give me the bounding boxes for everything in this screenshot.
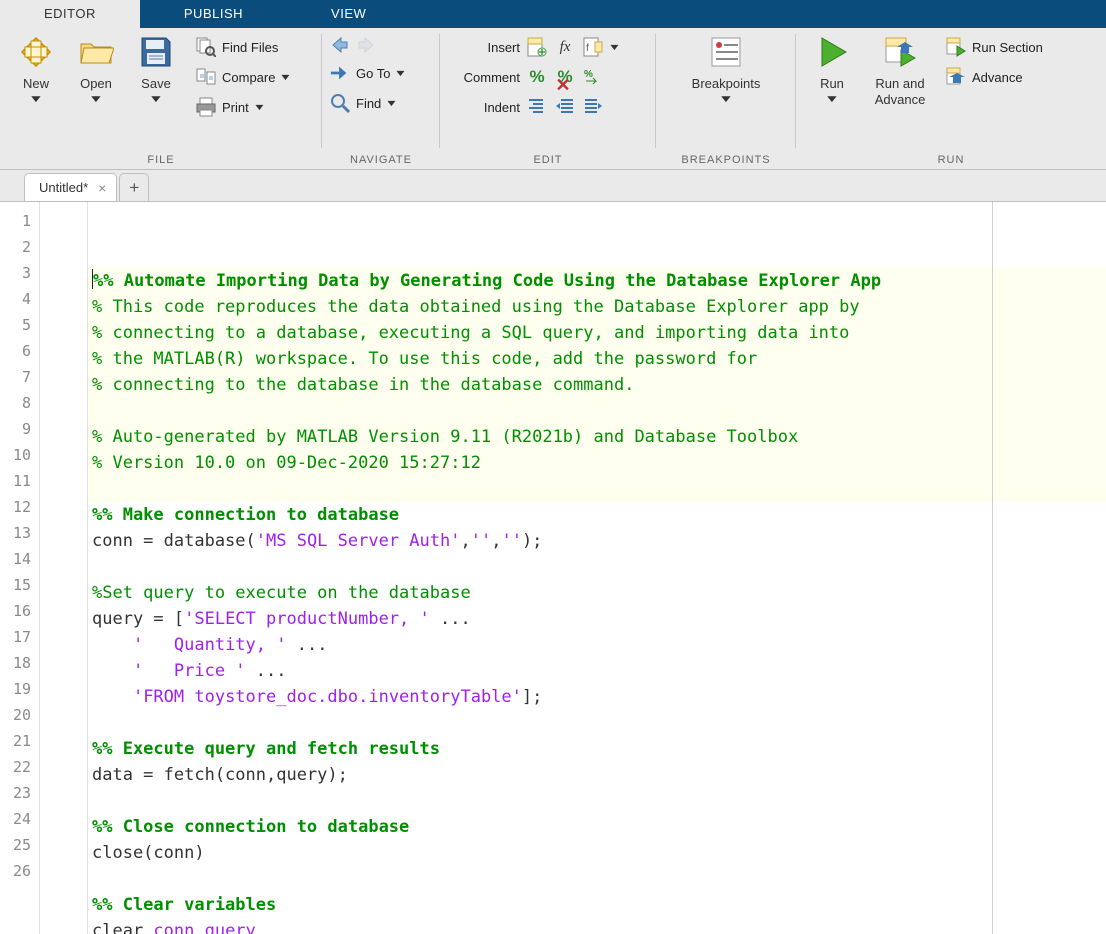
code-line[interactable]: ' Quantity, ' ... (88, 632, 1106, 658)
folder-open-icon (78, 34, 114, 70)
code-line[interactable]: %% Make connection to database (88, 502, 1106, 528)
comment-wrap-button[interactable]: % (582, 66, 604, 88)
code-line[interactable]: %% Close connection to database (88, 814, 1106, 840)
code-line[interactable]: % This code reproduces the data obtained… (88, 294, 1106, 320)
code-line[interactable]: clear conn query (88, 918, 1106, 934)
goto-button[interactable]: Go To ▼ (328, 60, 434, 86)
nav-fwd-button[interactable] (356, 34, 378, 56)
breakpoints-button[interactable]: Breakpoints ▼ (676, 32, 776, 105)
code-line[interactable] (88, 788, 1106, 814)
ribbon-group-breakpoints: Breakpoints ▼ BREAKPOINTS (656, 28, 796, 170)
save-button[interactable]: Save ▼ (126, 32, 186, 105)
dropdown-icon: ▼ (88, 94, 104, 105)
dropdown-icon: ▼ (385, 98, 398, 108)
tabstrip-spacer (410, 0, 1106, 28)
svg-text:%: % (584, 69, 593, 80)
insert-fx-button[interactable]: fx (554, 36, 576, 58)
dropdown-icon: ▼ (718, 94, 734, 105)
code-line[interactable]: conn = database('MS SQL Server Auth','',… (88, 528, 1106, 554)
code-line[interactable] (88, 710, 1106, 736)
main-tabstrip: EDITOR PUBLISH VIEW (0, 0, 1106, 28)
insert-sectionbreak-button[interactable]: f (582, 36, 604, 58)
insert-section-button[interactable] (526, 36, 548, 58)
code-line[interactable]: 'FROM toystore_doc.dbo.inventoryTable']; (88, 684, 1106, 710)
run-icon (814, 34, 850, 70)
breakpoint-margin[interactable] (40, 202, 88, 934)
new-icon (18, 34, 54, 70)
code-line[interactable] (88, 398, 1106, 424)
advance-icon (946, 67, 966, 87)
run-section-icon (946, 37, 966, 57)
comment-add-button[interactable]: % (526, 66, 548, 88)
ribbon-group-run: Run ▼ Run and Advance Run Section (796, 28, 1106, 170)
code-line[interactable] (88, 476, 1106, 502)
outdent-button[interactable] (582, 96, 604, 118)
run-section-button[interactable]: Run Section (944, 34, 1049, 60)
open-button[interactable]: Open ▼ (66, 32, 126, 105)
ribbon: New ▼ Open ▼ Save ▼ (0, 28, 1106, 170)
new-button[interactable]: New ▼ (6, 32, 66, 105)
file-tab-row: Untitled* × + (0, 170, 1106, 202)
code-line[interactable]: close(conn) (88, 840, 1106, 866)
nav-back-button[interactable] (328, 34, 350, 56)
code-line[interactable] (88, 554, 1106, 580)
ribbon-group-navigate: Go To ▼ Find ▼ NAVIGATE (322, 28, 440, 170)
code-line[interactable]: %% Automate Importing Data by Generating… (88, 268, 1106, 294)
new-file-tab-button[interactable]: + (119, 173, 149, 201)
compare-icon (196, 67, 216, 87)
comment-remove-button[interactable]: %✕ (554, 66, 576, 88)
goto-icon (330, 63, 350, 83)
print-icon (196, 97, 216, 117)
run-advance-button[interactable]: Run and Advance (862, 32, 938, 108)
breakpoints-icon (708, 34, 744, 70)
code-line[interactable]: data = fetch(conn,query); (88, 762, 1106, 788)
ribbon-group-edit: Insert fx f ▼ Comment % %✕ (440, 28, 656, 170)
tab-editor[interactable]: EDITOR (0, 0, 140, 28)
code-editor[interactable]: 1234567891011121314151617181920212223242… (0, 202, 1106, 934)
close-icon[interactable]: × (98, 180, 106, 196)
code-line[interactable]: %Set query to execute on the database (88, 580, 1106, 606)
print-button[interactable]: Print ▼ (194, 94, 296, 120)
dropdown-icon: ▼ (394, 68, 407, 78)
find-files-button[interactable]: Find Files (194, 34, 296, 60)
code-line[interactable]: % Auto-generated by MATLAB Version 9.11 … (88, 424, 1106, 450)
run-advance-icon (882, 34, 918, 70)
indent-smart-button[interactable] (526, 96, 548, 118)
advance-button[interactable]: Advance (944, 64, 1049, 90)
dropdown-icon: ▼ (148, 94, 164, 105)
compare-button[interactable]: Compare ▼ (194, 64, 296, 90)
tab-view[interactable]: VIEW (287, 0, 410, 28)
dropdown-icon: ▼ (279, 72, 292, 82)
find-button[interactable]: Find ▼ (328, 90, 434, 116)
code-line[interactable]: %% Clear variables (88, 892, 1106, 918)
code-line[interactable]: ' Price ' ... (88, 658, 1106, 684)
file-tab-label: Untitled* (39, 180, 88, 195)
code-line[interactable]: % the MATLAB(R) workspace. To use this c… (88, 346, 1106, 372)
svg-text:f: f (586, 43, 589, 54)
dropdown-icon: ▼ (608, 42, 621, 52)
dropdown-icon: ▼ (28, 94, 44, 105)
code-line[interactable]: % Version 10.0 on 09-Dec-2020 15:27:12 (88, 450, 1106, 476)
indent-button[interactable] (554, 96, 576, 118)
code-line[interactable]: query = ['SELECT productNumber, ' ... (88, 606, 1106, 632)
code-line[interactable]: % connecting to a database, executing a … (88, 320, 1106, 346)
save-icon (138, 34, 174, 70)
find-icon (330, 93, 350, 113)
right-margin-rule (992, 202, 993, 934)
code-line[interactable] (88, 866, 1106, 892)
dropdown-icon: ▼ (824, 94, 840, 105)
ribbon-group-file: New ▼ Open ▼ Save ▼ (0, 28, 322, 170)
tab-publish[interactable]: PUBLISH (140, 0, 287, 28)
run-button[interactable]: Run ▼ (802, 32, 862, 105)
code-area[interactable]: %% Automate Importing Data by Generating… (88, 202, 1106, 934)
code-line[interactable]: %% Execute query and fetch results (88, 736, 1106, 762)
find-files-icon (196, 37, 216, 57)
line-number-gutter: 1234567891011121314151617181920212223242… (0, 202, 40, 934)
dropdown-icon: ▼ (253, 102, 266, 112)
file-tab[interactable]: Untitled* × (24, 173, 117, 201)
code-line[interactable]: % connecting to the database in the data… (88, 372, 1106, 398)
